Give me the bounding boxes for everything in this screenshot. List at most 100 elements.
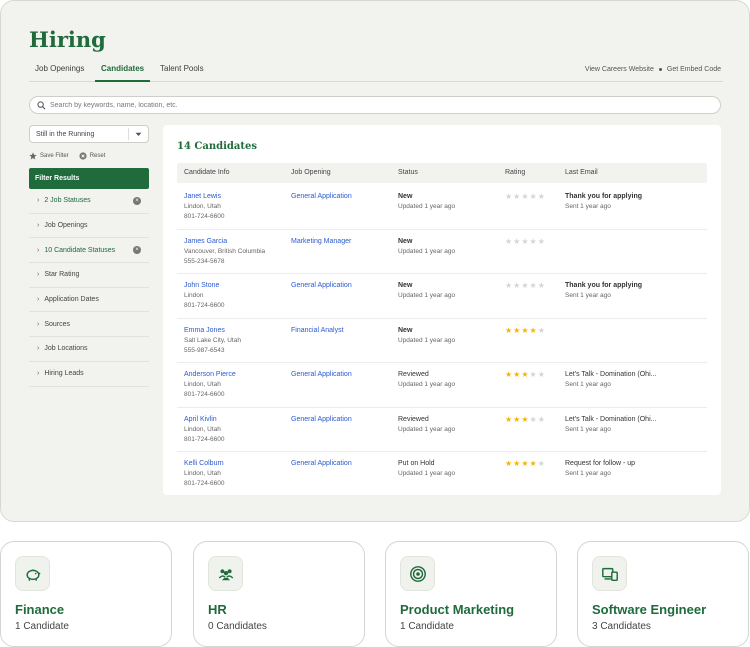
star-icon[interactable]: ★ — [530, 326, 537, 335]
job-category-card[interactable]: HR 0 Candidates — [193, 541, 365, 647]
star-icon[interactable]: ★ — [521, 282, 528, 290]
candidate-name-link[interactable]: Emma Jones — [184, 326, 241, 336]
job-category-card[interactable]: Finance 1 Candidate — [0, 541, 172, 647]
candidate-location: Lindon — [184, 292, 204, 299]
star-icon[interactable]: ★ — [530, 282, 537, 290]
status-select-value: Still in the Running — [36, 130, 95, 138]
star-icon[interactable]: ★ — [538, 237, 545, 246]
column-header-rating[interactable]: Rating — [505, 169, 525, 176]
star-icon[interactable]: ★ — [505, 415, 512, 424]
separator-dot — [658, 68, 662, 71]
tab-job-openings[interactable]: Job Openings — [29, 63, 90, 82]
filter-item[interactable]: › Job Locations — [29, 337, 149, 362]
category-title: Finance — [15, 602, 65, 617]
star-icon[interactable]: ★ — [505, 282, 512, 290]
star-icon[interactable]: ★ — [505, 460, 512, 468]
candidate-name-link[interactable]: April Kivlin — [184, 415, 224, 425]
candidate-info: Kelli Colburn Lindon, Utah 801-724-6600 — [184, 459, 224, 489]
star-icon[interactable]: ★ — [505, 371, 512, 379]
star-icon[interactable]: ★ — [513, 282, 520, 290]
candidate-name-link[interactable]: John Stone — [184, 281, 224, 291]
star-icon[interactable]: ★ — [530, 460, 537, 468]
rating-stars: ★ ★ ★ ★ ★ — [505, 326, 545, 335]
star-icon[interactable]: ★ — [521, 371, 528, 379]
column-header-last-email[interactable]: Last Email — [565, 169, 598, 176]
star-icon[interactable]: ★ — [521, 326, 528, 335]
candidate-name-link[interactable]: Anderson Pierce — [184, 370, 236, 380]
star-icon[interactable]: ★ — [538, 193, 545, 201]
email-subject[interactable]: Let's Talk - Domination (Ohi... — [565, 415, 656, 425]
job-opening-link[interactable]: General Application — [291, 192, 352, 202]
job-category-card[interactable]: Software Engineer 3 Candidates — [577, 541, 749, 647]
star-icon[interactable]: ★ — [513, 193, 520, 201]
star-icon[interactable]: ★ — [530, 371, 537, 379]
star-icon[interactable]: ★ — [505, 237, 512, 246]
rating-stars: ★ ★ ★ ★ ★ — [505, 192, 545, 201]
star-icon[interactable]: ★ — [538, 371, 545, 379]
filter-item[interactable]: › Application Dates — [29, 288, 149, 313]
job-opening-link[interactable]: General Application — [291, 281, 352, 291]
filter-item[interactable]: › Sources — [29, 312, 149, 338]
star-icon[interactable]: ★ — [513, 415, 520, 424]
star-icon[interactable]: ★ — [513, 460, 520, 468]
get-embed-code-link[interactable]: Get Embed Code — [667, 66, 721, 73]
rating-stars: ★ ★ ★ ★ ★ — [505, 281, 545, 290]
star-icon[interactable]: ★ — [505, 193, 512, 201]
column-header-job-opening[interactable]: Job Opening — [291, 169, 331, 176]
star-icon[interactable]: ★ — [538, 415, 545, 424]
email-sent: Sent 1 year ago — [565, 381, 611, 388]
job-opening-link[interactable]: General Application — [291, 459, 352, 469]
star-icon[interactable]: ★ — [521, 193, 528, 201]
email-subject[interactable]: Request for follow - up — [565, 459, 635, 469]
filter-item[interactable]: › 10 Candidate Statuses × — [29, 238, 149, 264]
candidate-status-select[interactable]: Still in the Running — [29, 125, 149, 143]
tab-talent-pools[interactable]: Talent Pools — [154, 63, 210, 82]
search-bar[interactable] — [29, 96, 721, 114]
email-subject[interactable]: Thank you for applying — [565, 281, 642, 291]
job-opening-link[interactable]: General Application — [291, 415, 352, 425]
filter-item[interactable]: › Hiring Leads — [29, 362, 149, 387]
candidate-name-link[interactable]: Kelli Colburn — [184, 459, 224, 469]
filter-item[interactable]: › Star Rating — [29, 263, 149, 288]
candidate-name-link[interactable]: James Garcia — [184, 237, 265, 247]
star-icon[interactable]: ★ — [505, 326, 512, 335]
category-count: 1 Candidate — [15, 621, 69, 632]
star-icon[interactable]: ★ — [513, 371, 520, 379]
column-header-candidate-info[interactable]: Candidate Info — [184, 169, 230, 176]
star-icon[interactable]: ★ — [538, 326, 545, 335]
clear-filter-icon[interactable]: × — [133, 246, 141, 255]
job-opening-link[interactable]: Financial Analyst — [291, 326, 344, 336]
job-opening-link[interactable]: General Application — [291, 370, 352, 380]
star-icon[interactable]: ★ — [521, 460, 528, 468]
status-updated: Updated 1 year ago — [398, 292, 456, 299]
save-filter-button[interactable]: Save Filter — [29, 152, 69, 160]
status-updated: Updated 1 year ago — [398, 381, 456, 388]
filter-item[interactable]: › 2 Job Statuses × — [29, 189, 149, 214]
candidate-name-link[interactable]: Janet Lewis — [184, 192, 224, 202]
column-header-status[interactable]: Status — [398, 169, 418, 176]
reset-button[interactable]: Reset — [79, 152, 105, 160]
filter-item[interactable]: › Job Openings — [29, 214, 149, 239]
candidate-info: April Kivlin Lindon, Utah 801-724-6600 — [184, 415, 224, 445]
star-icon[interactable]: ★ — [538, 282, 545, 290]
header-links: View Careers Website Get Embed Code — [585, 66, 721, 73]
view-careers-website-link[interactable]: View Careers Website — [585, 66, 654, 73]
filter-sidebar: Still in the Running Save Filter Reset F… — [29, 125, 149, 387]
star-icon[interactable]: ★ — [530, 415, 537, 424]
star-icon[interactable]: ★ — [530, 193, 537, 201]
star-icon[interactable]: ★ — [513, 326, 520, 335]
job-category-card[interactable]: Product Marketing 1 Candidate — [385, 541, 557, 647]
tab-candidates[interactable]: Candidates — [95, 63, 151, 82]
status-cell: Reviewed Updated 1 year ago — [398, 370, 455, 390]
email-subject[interactable]: Thank you for applying — [565, 192, 642, 202]
job-opening-link[interactable]: Marketing Manager — [291, 237, 351, 247]
star-icon[interactable]: ★ — [521, 237, 528, 246]
star-icon[interactable]: ★ — [530, 237, 537, 246]
clear-filter-icon[interactable]: × — [133, 196, 141, 205]
star-icon[interactable]: ★ — [538, 460, 545, 468]
star-icon[interactable]: ★ — [513, 237, 520, 246]
candidate-location: Lindon, Utah — [184, 381, 221, 388]
star-icon[interactable]: ★ — [521, 415, 528, 424]
email-subject[interactable]: Let's Talk - Domination (Ohi... — [565, 370, 656, 380]
search-input[interactable] — [50, 101, 720, 109]
